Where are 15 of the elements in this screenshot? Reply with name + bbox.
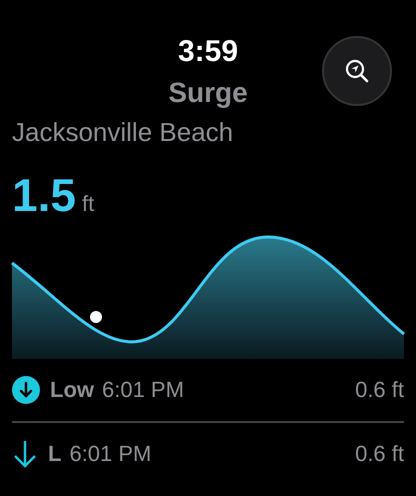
location-search-icon [344, 58, 370, 84]
app-title: Surge [168, 77, 248, 109]
arrow-down-icon [12, 439, 38, 469]
surge-unit: ft [82, 191, 94, 217]
current-position-marker [90, 311, 102, 323]
location-name: Jacksonville Beach [12, 117, 234, 148]
tide-time: 6:01 PM [102, 377, 184, 403]
tide-height: 0.6 ft [355, 441, 404, 467]
tide-time: 6:01 PM [69, 441, 152, 467]
surge-value: 1.5 [12, 168, 76, 222]
tide-label: L [48, 441, 62, 467]
tide-label: Low [50, 377, 94, 403]
tide-height: 0.6 ft [355, 377, 404, 403]
arrow-down-icon [12, 376, 40, 404]
clock-time: 3:59 [178, 35, 238, 70]
